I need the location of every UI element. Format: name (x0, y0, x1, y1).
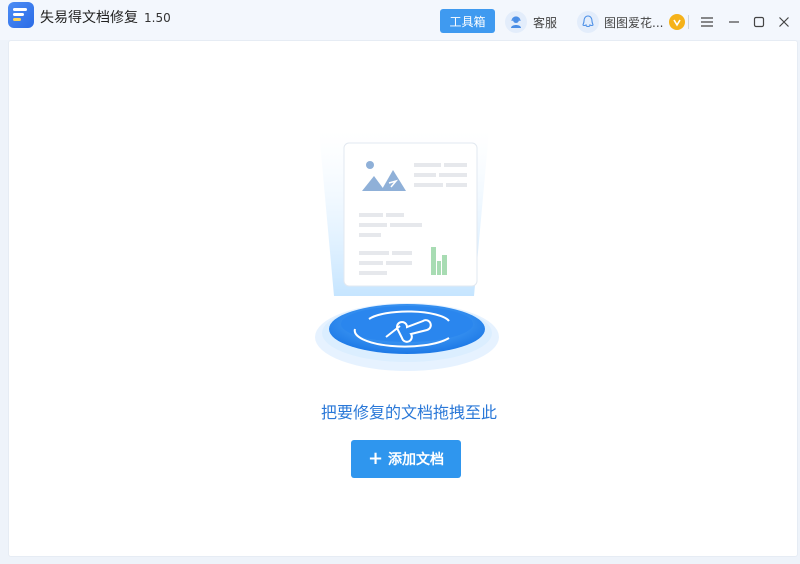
title-bar: 失易得文档修复 1.50 工具箱 客服 图图爱花... (0, 0, 800, 40)
add-document-button[interactable]: + 添加文档 (351, 440, 461, 478)
customer-service-label: 客服 (533, 15, 558, 30)
maximize-icon[interactable] (751, 14, 767, 30)
menu-icon[interactable] (699, 14, 715, 30)
user-name: 图图爱花... (604, 15, 664, 30)
app-name: 失易得文档修复 (40, 10, 138, 26)
vip-badge-icon (669, 14, 686, 30)
user-avatar-icon (577, 11, 599, 33)
minimize-icon[interactable] (726, 14, 742, 30)
customer-service-button[interactable]: 客服 (505, 10, 557, 34)
plus-icon: + (367, 448, 384, 469)
toolbox-button[interactable]: 工具箱 (440, 9, 495, 33)
app-version: 1.50 (144, 11, 171, 25)
divider (688, 15, 689, 29)
drop-zone-panel[interactable]: 把要修复的文档拖拽至此 + 添加文档 (8, 40, 798, 557)
app-logo (8, 2, 34, 28)
close-icon[interactable] (776, 14, 792, 30)
headset-icon (505, 11, 527, 33)
document-repair-illustration (315, 131, 499, 371)
user-account[interactable]: 图图爱花... (577, 10, 686, 34)
add-document-label: 添加文档 (388, 452, 445, 468)
app-title: 失易得文档修复 1.50 (40, 7, 171, 27)
drop-hint-text: 把要修复的文档拖拽至此 (320, 403, 497, 422)
